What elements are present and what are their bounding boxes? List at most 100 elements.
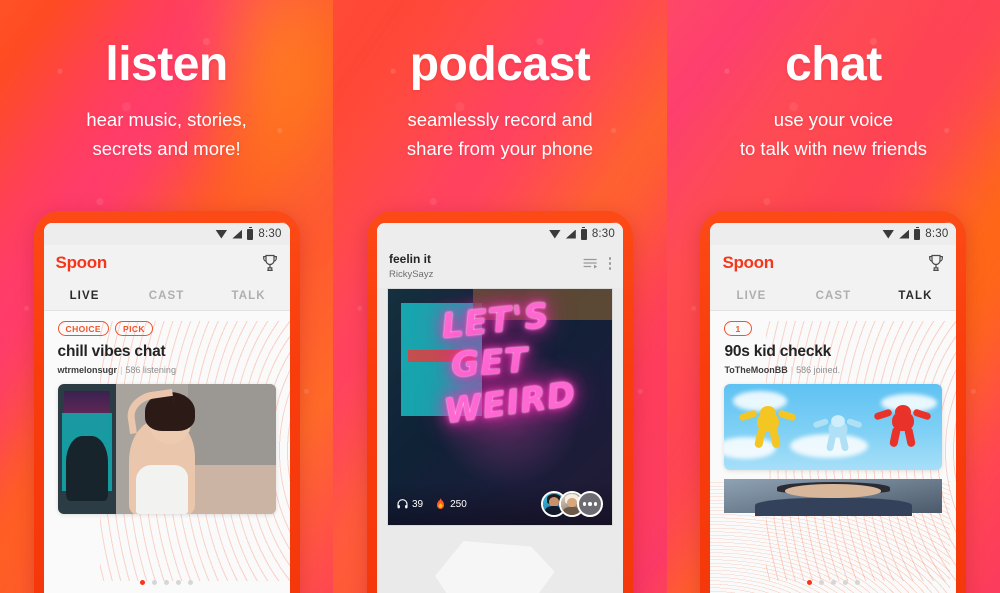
battery-icon (580, 226, 587, 240)
feed-card[interactable]: CHOICE PICK chill vibes chat wtrmelonsug… (44, 311, 290, 514)
feed-card[interactable]: 1 90s kid checkk ToTheMoonBB | 586 joined. (710, 311, 956, 517)
app-bar: Spoon (710, 245, 957, 281)
badge-choice: CHOICE (57, 321, 110, 336)
status-bar: 8:30 (710, 223, 957, 245)
neon-sign-text: LET'S GET WEIRD (388, 289, 612, 436)
promo-screenshot: listen hear music, stories, secrets and … (0, 0, 1000, 593)
app-bar: Spoon (43, 245, 290, 281)
badge-group: CHOICE PICK (57, 321, 276, 336)
decorative-shape (435, 541, 555, 593)
status-bar: 8:30 (377, 223, 623, 245)
subtitle-line-2: share from your phone (406, 138, 594, 160)
feed-list: 1 90s kid checkk ToTheMoonBB | 586 joined. (710, 311, 957, 593)
status-bar: 8:30 (43, 223, 290, 245)
phone-screen: 8:30 feelin it RickySayz LET'S GET WEIRD… (377, 223, 623, 593)
phone-screen: 8:30 Spoon LIVE (43, 223, 290, 593)
wifi-icon (215, 229, 228, 239)
user-avatar[interactable] (724, 479, 943, 517)
feed-list: CHOICE PICK chill vibes chat wtrmelonsug… (43, 311, 290, 593)
fire-icon (437, 498, 445, 509)
tab-live[interactable]: LIVE (44, 290, 126, 302)
card-title: 90s kid checkk (724, 343, 832, 360)
podcast-artist: RickySayz (389, 269, 434, 280)
trophy-icon[interactable] (262, 254, 278, 272)
card-meta: ToTheMoonBB | 586 joined. (724, 365, 942, 375)
tab-talk[interactable]: TALK (874, 290, 956, 302)
signal-icon (232, 229, 243, 239)
tab-bar: LIVE CAST TALK (710, 281, 957, 311)
playlist-queue-icon[interactable] (583, 257, 598, 269)
page-dot[interactable] (152, 580, 158, 585)
card-meta: wtrmelonsugr | 586 listening (58, 365, 276, 375)
meta-separator: | (790, 365, 794, 375)
panel-headline: podcast (409, 38, 591, 91)
phone-mockup-podcast: 8:30 feelin it RickySayz LET'S GET WEIRD… (367, 211, 633, 593)
overflow-menu-icon[interactable] (608, 257, 611, 270)
phone-mockup-listen: 8:30 Spoon LIVE CAST TALK CHOICE PICK ch… (33, 211, 300, 593)
listeners-count: 39 (412, 498, 424, 510)
podcast-body: LET'S GET WEIRD 39 250 (377, 288, 623, 593)
artwork-overlay: 39 250 (388, 483, 612, 525)
panel-copy: chat use your voice to talk with new fri… (667, 38, 1000, 164)
subtitle-line-2: to talk with new friends (739, 138, 928, 160)
card-stat: 586 listening (125, 365, 176, 375)
trophy-icon[interactable] (928, 254, 944, 272)
panel-chat: chat use your voice to talk with new fri… (666, 0, 1000, 593)
tab-talk[interactable]: TALK (208, 290, 290, 302)
page-dot[interactable] (818, 580, 824, 585)
signal-icon (899, 229, 910, 239)
listener-avatars[interactable] (541, 491, 603, 517)
podcast-title: feelin it (389, 252, 432, 266)
subtitle-line-2: secrets and more! (92, 138, 241, 160)
headphones-icon (397, 499, 408, 509)
page-dot[interactable] (188, 580, 194, 585)
phone-mockup-chat: 8:30 Spoon LIVE CAST TALK 1 90s kid chec… (700, 211, 967, 593)
page-dot[interactable] (806, 580, 812, 585)
podcast-artwork[interactable]: LET'S GET WEIRD 39 250 (387, 288, 613, 526)
meta-separator: | (120, 365, 123, 375)
pagination-dots (710, 580, 956, 585)
card-thumbnail[interactable] (724, 384, 943, 470)
tab-cast[interactable]: CAST (126, 290, 208, 302)
page-dot[interactable] (854, 580, 860, 585)
battery-icon (247, 226, 254, 240)
pagination-dots (44, 580, 290, 585)
hearts-count: 250 (450, 498, 467, 510)
app-logo: Spoon (55, 253, 108, 272)
panel-copy: podcast seamlessly record and share from… (333, 38, 667, 164)
subtitle-line-1: use your voice (773, 109, 894, 131)
podcast-titles: feelin it RickySayz (389, 252, 433, 280)
badge-group: 1 (724, 321, 942, 336)
panel-subtitle: hear music, stories, secrets and more! (0, 106, 333, 163)
page-dot[interactable] (140, 580, 146, 585)
status-time: 8:30 (258, 228, 282, 240)
panel-podcast: podcast seamlessly record and share from… (333, 0, 667, 593)
page-dot[interactable] (176, 580, 182, 585)
card-author: ToTheMoonBB (724, 365, 788, 375)
page-dot[interactable] (842, 580, 848, 585)
badge-count: 1 (724, 321, 752, 336)
status-time: 8:30 (925, 228, 949, 240)
panel-headline: chat (785, 38, 882, 91)
podcast-header: feelin it RickySayz (377, 245, 623, 288)
voice-message-row: leftmyheartinparis 32 (724, 479, 943, 517)
card-thumbnail[interactable] (57, 384, 276, 514)
thumbnail-artwork (724, 384, 943, 470)
page-dot[interactable] (830, 580, 836, 585)
panel-listen: listen hear music, stories, secrets and … (0, 0, 334, 593)
phone-screen: 8:30 Spoon LIVE (710, 223, 957, 593)
signal-icon (565, 229, 576, 239)
podcast-actions (583, 252, 611, 270)
more-avatars-icon[interactable] (577, 491, 603, 517)
panel-copy: listen hear music, stories, secrets and … (0, 38, 333, 164)
page-dot[interactable] (164, 580, 170, 585)
tab-live[interactable]: LIVE (710, 290, 792, 302)
badge-pick: PICK (115, 321, 153, 336)
tab-cast[interactable]: CAST (792, 290, 874, 302)
hearts-stat: 250 (435, 498, 467, 510)
app-logo: Spoon (722, 253, 774, 272)
panel-headline: listen (105, 38, 228, 91)
tab-bar: LIVE CAST TALK (43, 281, 290, 311)
wifi-icon (548, 229, 561, 239)
listeners-stat: 39 (397, 499, 423, 510)
